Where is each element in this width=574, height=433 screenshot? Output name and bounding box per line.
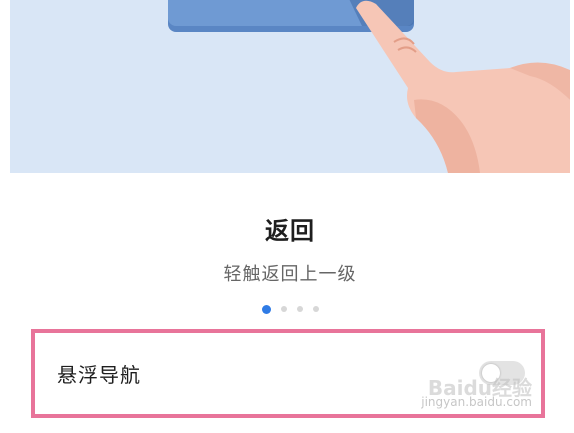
pagination-dot-1[interactable] [261,305,271,314]
pagination-dot-2[interactable] [280,306,287,312]
watermark-logo: Baidu经验 [427,376,532,400]
floating-nav-label: 悬浮导航 [57,363,141,387]
hand-tapping-icon [168,0,570,173]
guide-title: 返回 [265,217,315,245]
guide-illustration [10,0,570,173]
pagination-dot-4[interactable] [312,306,319,312]
watermark-url: jingyan.baidu.com [421,395,532,409]
floating-nav-guide-page: 返回 轻触返回上一级 悬浮导航 Baidu经验 jingyan.baidu.co… [0,0,574,433]
guide-content: 返回 轻触返回上一级 [10,173,570,323]
guide-subtitle: 轻触返回上一级 [223,264,357,285]
pagination-dots[interactable] [10,305,570,314]
watermark: Baidu经验 jingyan.baidu.com [421,376,532,409]
pagination-dot-3[interactable] [296,306,303,312]
